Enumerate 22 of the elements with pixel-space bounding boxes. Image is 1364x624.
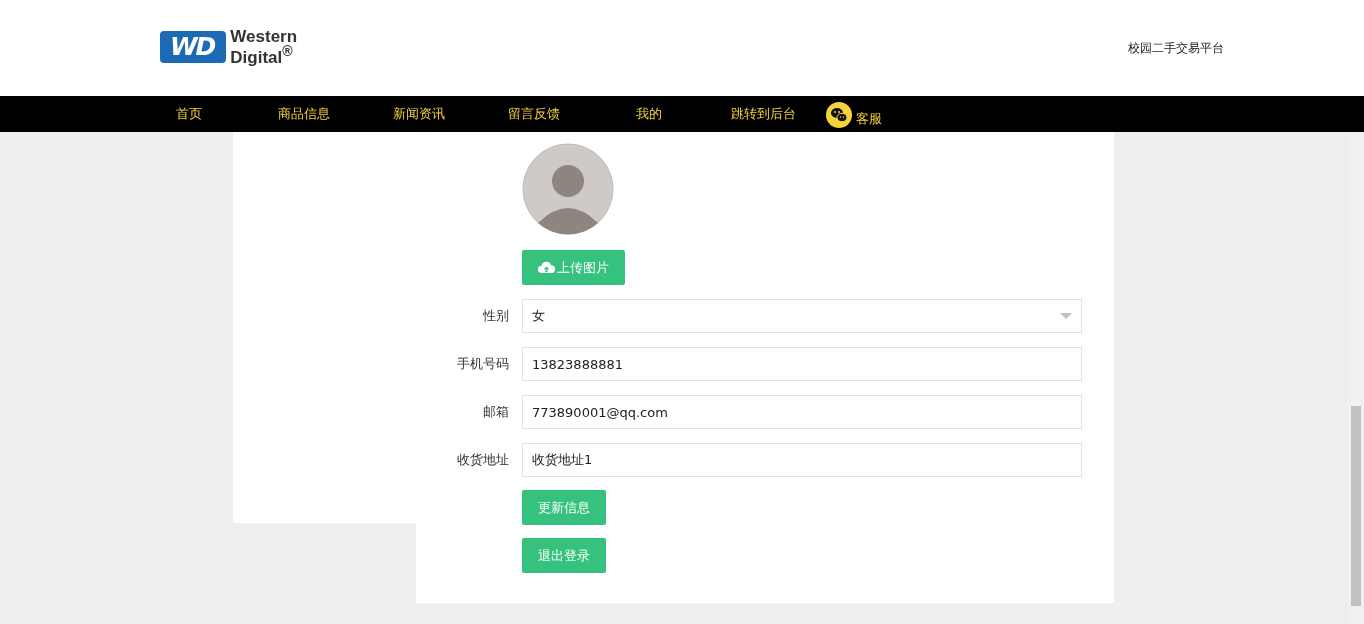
nav-link[interactable]: 客服 [856, 110, 882, 128]
caret-icon [1060, 313, 1072, 319]
logo-mark: WD [160, 31, 227, 63]
field-label: 收货地址 [456, 451, 510, 469]
nav-link[interactable]: 我的 [591, 105, 706, 123]
chat-bubbles-icon[interactable] [826, 102, 852, 128]
nav-link[interactable]: 新闻资讯 [361, 105, 476, 123]
field-label: 邮箱 [482, 403, 510, 421]
nav-link[interactable]: 留言反馈 [476, 105, 591, 123]
logo-text: Western [230, 29, 298, 45]
input-field[interactable]: 773890001@qq.com [522, 395, 1082, 429]
field-label: 性别 [482, 307, 510, 325]
input-field[interactable]: 收货地址1 [522, 443, 1082, 477]
select-field[interactable]: 女 [522, 299, 1082, 333]
nav-link[interactable]: 跳转到后台 [706, 105, 821, 123]
cloud-upload-icon [538, 261, 555, 274]
nav-link[interactable]: 首页 [131, 105, 246, 123]
site-name: 校园二手交易平台 [1128, 39, 1224, 57]
field-label: 手机号码 [456, 355, 510, 373]
input-field[interactable]: 13823888881 [522, 347, 1082, 381]
nav-link[interactable]: 商品信息 [246, 105, 361, 123]
logo-text: Digital$^{®}$ [230, 44, 294, 65]
